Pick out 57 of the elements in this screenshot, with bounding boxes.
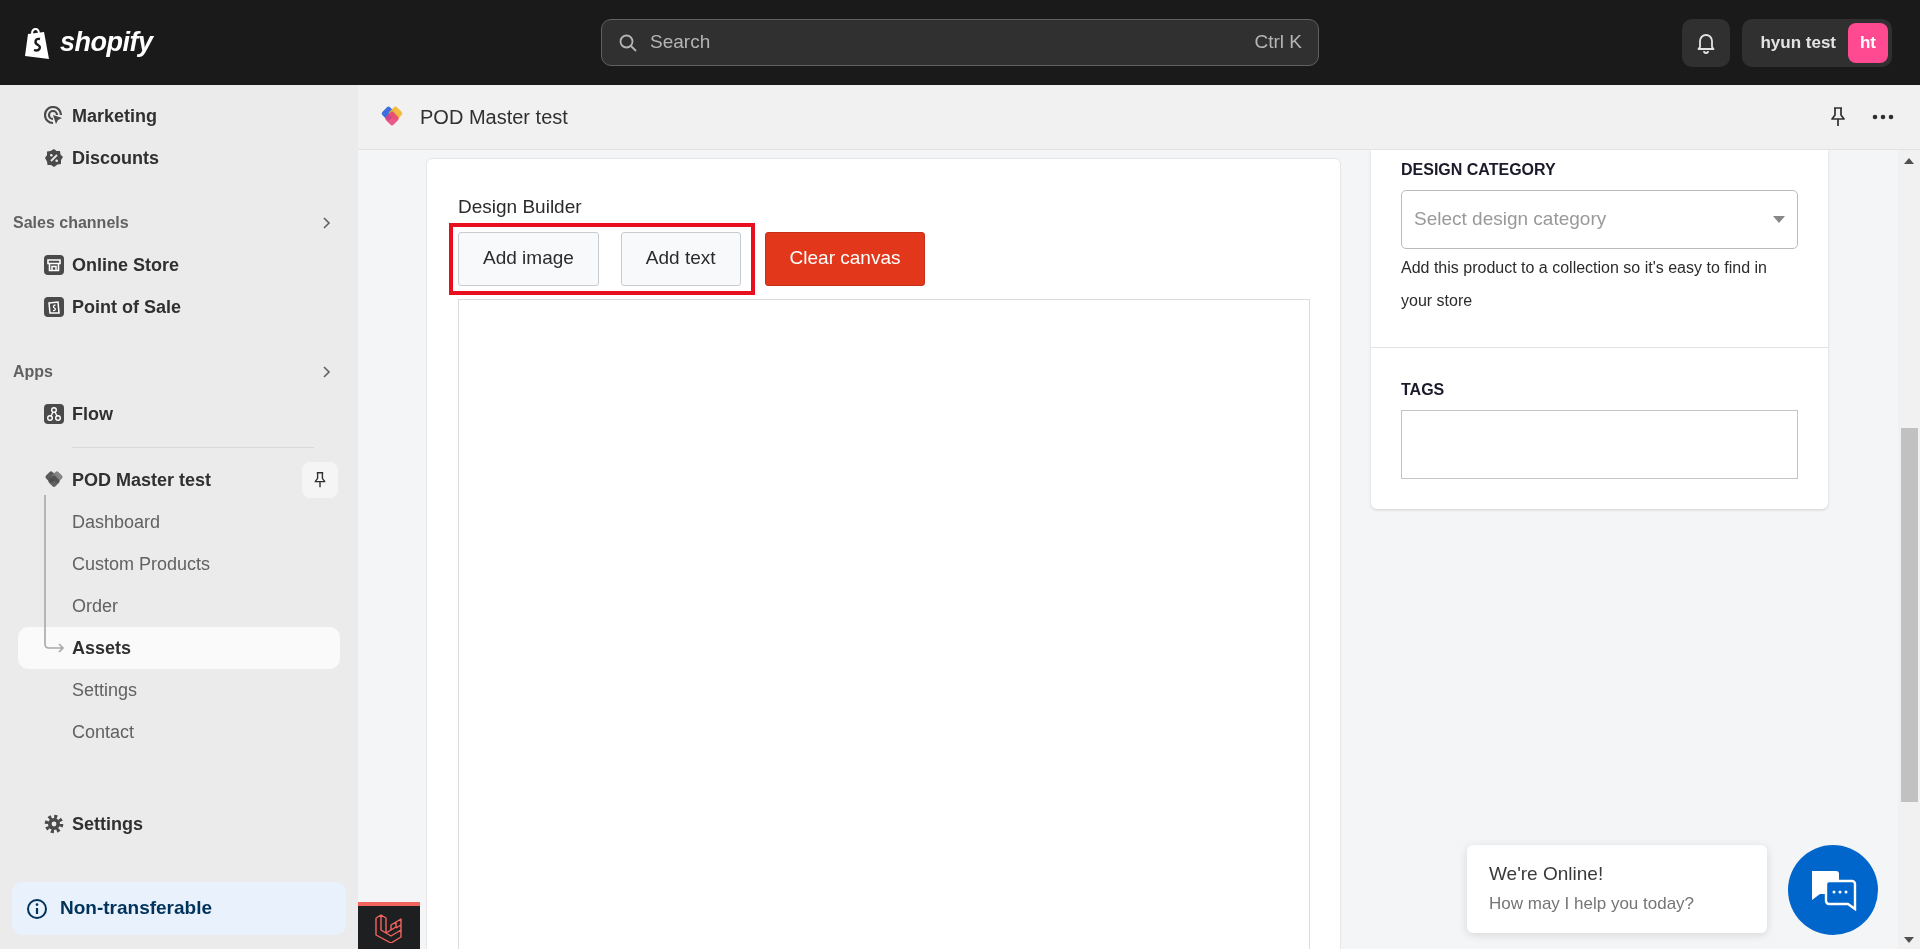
toolbar-button[interactable]: Add text — [620, 231, 741, 286]
search-bar[interactable]: Search Ctrl K — [601, 19, 1319, 66]
scroll-down-arrow-icon[interactable] — [1904, 937, 1914, 943]
caret-icon — [1773, 216, 1785, 223]
settings-icon — [44, 814, 64, 834]
flow-nodes-icon — [44, 404, 64, 424]
account-menu-button[interactable]: hyun test ht — [1742, 18, 1892, 67]
storefront-icon — [44, 255, 64, 275]
section-heading: Apps — [13, 362, 53, 382]
sidebar-subitem[interactable]: Settings — [18, 669, 340, 711]
sidebar-subitem[interactable]: Contact — [18, 711, 340, 753]
discount-badge-icon — [44, 148, 64, 168]
sidebar-subitem[interactable]: Assets — [18, 627, 340, 669]
toolbar-button[interactable]: Add image — [458, 231, 599, 286]
shortcut-hint: Ctrl K — [1254, 30, 1302, 55]
sidebar-item[interactable]: Settings — [18, 803, 340, 845]
sidebar-item[interactable]: Online Store — [18, 244, 340, 286]
sidebar-subitem[interactable]: Custom Products — [18, 543, 340, 585]
sidebar-item[interactable]: Discounts — [18, 137, 340, 179]
debugbar-toggle[interactable] — [358, 902, 420, 949]
section-heading: Sales channels — [13, 213, 129, 233]
chat-subtitle: How may I help you today? — [1489, 892, 1696, 915]
search-icon — [618, 32, 638, 53]
toolbar-button[interactable]: Clear canvas — [764, 231, 926, 286]
app-logo-icon — [44, 470, 64, 490]
help-text: Add this product to a collection so it's easy to find in your store — [1401, 258, 1768, 311]
notifications-button[interactable] — [1682, 18, 1731, 67]
bell-icon — [1696, 31, 1717, 54]
avatar-initials: ht — [1848, 22, 1888, 63]
chevron-right-icon[interactable] — [322, 216, 332, 230]
notice-text: Non-transferable — [60, 896, 213, 921]
tags-field[interactable] — [1401, 410, 1798, 479]
field-label: DESIGN CATEGORY — [1401, 160, 1557, 180]
info-icon — [26, 897, 48, 920]
sidebar-item[interactable]: Flow — [18, 393, 340, 435]
cube-logo-icon — [374, 912, 404, 943]
sidebar-subitem[interactable]: Order — [18, 585, 340, 627]
pin-icon — [312, 471, 328, 489]
chat-bubbles-icon — [1809, 869, 1857, 911]
marketing-target-icon — [44, 106, 64, 126]
sidebar-subitem[interactable]: Dashboard — [18, 501, 340, 543]
pin-button[interactable] — [302, 462, 338, 498]
logo-wordmark[interactable]: shopify — [60, 22, 153, 63]
search-input[interactable]: Search — [648, 27, 1245, 58]
chevron-right-icon[interactable] — [322, 365, 332, 379]
sidebar-item[interactable]: Point of Sale — [18, 286, 340, 328]
section-title: Design Builder — [458, 195, 583, 219]
chat-title: We're Online! — [1489, 862, 1605, 886]
shopping-bag-icon — [44, 297, 64, 317]
field-label: TAGS — [1401, 380, 1446, 400]
sidebar-item[interactable]: Marketing — [18, 95, 340, 137]
more-dots-icon — [1872, 114, 1894, 120]
pin-icon — [1828, 106, 1848, 128]
scroll-up-arrow-icon[interactable] — [1904, 158, 1914, 164]
page-title: POD Master test — [420, 105, 569, 130]
app-name-link[interactable]: POD Master test — [72, 466, 294, 494]
scrollbar[interactable] — [1898, 150, 1920, 949]
